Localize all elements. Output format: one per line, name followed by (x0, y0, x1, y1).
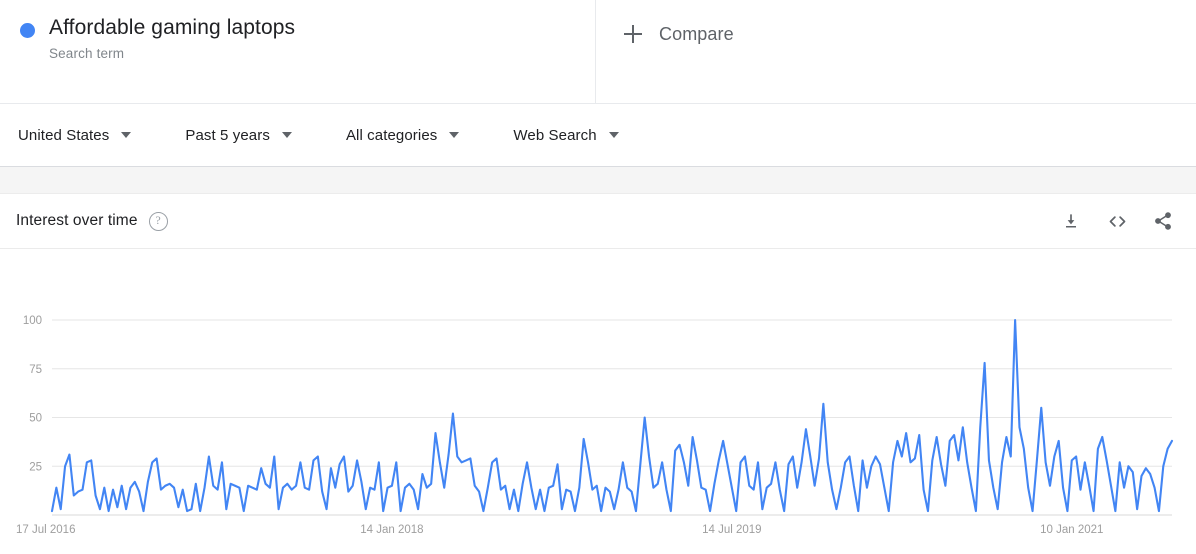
y-axis-tick-label: 100 (23, 315, 42, 327)
compare-label: Compare (659, 22, 734, 46)
share-icon[interactable] (1152, 210, 1174, 232)
y-axis-tick-label: 50 (29, 413, 42, 425)
y-axis-tick-label: 25 (29, 461, 42, 473)
section-gap (0, 167, 1196, 194)
search-term-bar: Affordable gaming laptops Search term Co… (0, 0, 1196, 104)
embed-icon[interactable] (1106, 210, 1128, 232)
chevron-down-icon (609, 132, 619, 138)
compare-button[interactable]: Compare (624, 22, 734, 46)
page-title: Interest over time (16, 212, 138, 230)
interest-over-time-card: Interest over time ? (0, 194, 1196, 553)
compare-cell[interactable]: Compare (596, 0, 1196, 103)
series-color-dot-icon (20, 23, 35, 38)
plus-icon (624, 25, 642, 43)
series-line[interactable] (52, 320, 1172, 511)
card-actions (1060, 210, 1174, 232)
filter-time-range-label: Past 5 years (185, 127, 270, 144)
help-icon[interactable]: ? (149, 212, 168, 231)
search-term-texts: Affordable gaming laptops Search term (49, 14, 295, 64)
search-term-title: Affordable gaming laptops (49, 14, 295, 41)
filter-category[interactable]: All categories (346, 127, 459, 144)
search-term-card[interactable]: Affordable gaming laptops Search term (0, 0, 596, 103)
filter-time-range[interactable]: Past 5 years (185, 127, 292, 144)
search-term-subtitle: Search term (49, 44, 295, 64)
x-axis-tick-label: 17 Jul 2016 (16, 524, 75, 536)
x-axis-tick-label: 14 Jan 2018 (360, 524, 423, 536)
filter-location-label: United States (18, 127, 109, 144)
x-axis-tick-label: 10 Jan 2021 (1040, 524, 1103, 536)
filter-location[interactable]: United States (18, 127, 131, 144)
filter-category-label: All categories (346, 127, 437, 144)
chevron-down-icon (121, 132, 131, 138)
chevron-down-icon (282, 132, 292, 138)
card-header: Interest over time ? (0, 194, 1196, 249)
y-axis-tick-label: 75 (29, 364, 42, 376)
download-icon[interactable] (1060, 210, 1082, 232)
filter-search-type-label: Web Search (513, 127, 596, 144)
chevron-down-icon (449, 132, 459, 138)
filter-bar: United States Past 5 years All categorie… (0, 104, 1196, 167)
filter-search-type[interactable]: Web Search (513, 127, 618, 144)
chart-svg: 25 50 75 100 17 Jul 2016 14 Jan 2018 14 Jul 20… (0, 249, 1196, 553)
interest-over-time-chart[interactable]: 25 50 75 100 17 Jul 2016 14 Jan 2018 14 Jul 20… (0, 249, 1196, 553)
x-axis-tick-label: 14 Jul 2019 (702, 524, 761, 536)
